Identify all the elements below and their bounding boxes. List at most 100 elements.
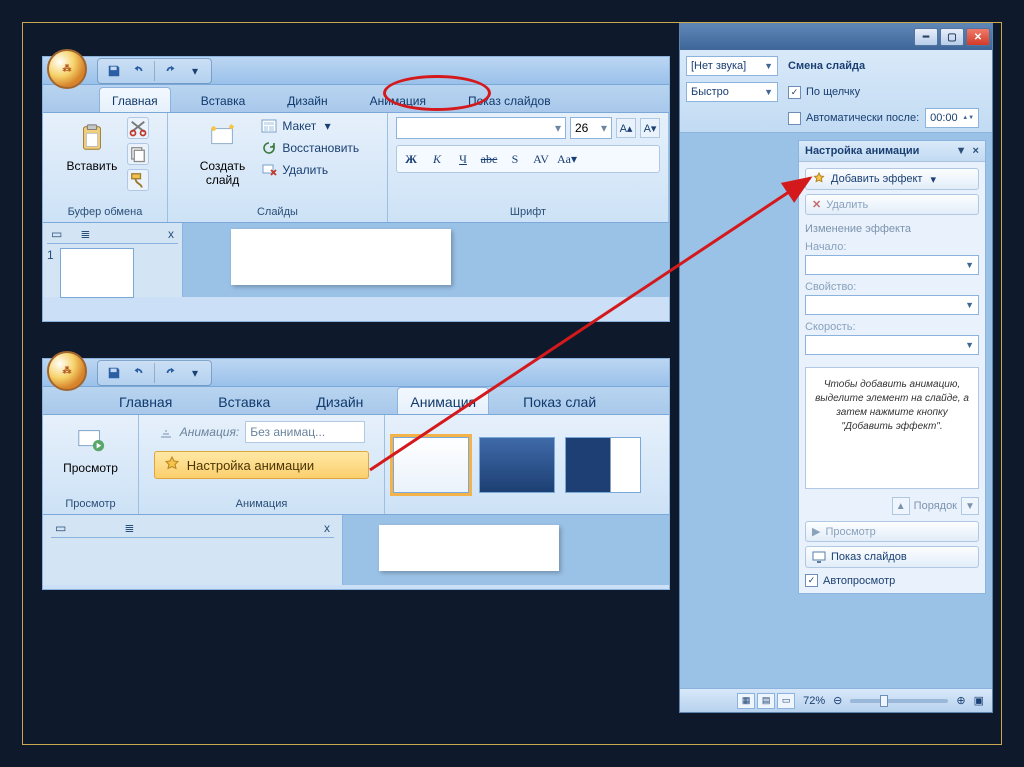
slide-page[interactable] bbox=[231, 229, 451, 285]
tab-home[interactable]: Главная bbox=[99, 87, 171, 112]
property-combo[interactable]: ▼ bbox=[805, 295, 979, 315]
slide-page-2[interactable] bbox=[379, 525, 559, 571]
on-click-checkbox[interactable]: ✓ По щелчку bbox=[788, 86, 986, 99]
zoom-slider[interactable] bbox=[850, 699, 948, 703]
undo-icon-2[interactable] bbox=[128, 363, 148, 383]
property-label: Свойство: bbox=[805, 281, 979, 293]
start-label: Начало: bbox=[805, 241, 979, 253]
reset-label: Восстановить bbox=[282, 141, 359, 155]
font-row1: ▾ 26 ▾ A▴ A▾ bbox=[396, 117, 660, 139]
panel-ribbon-animation: ⁂ ▾ Главная Вставка Дизайн Анимация Пока… bbox=[42, 358, 670, 590]
zoom-out-button[interactable]: ⊖ bbox=[833, 694, 842, 707]
slide-thumbnail-1[interactable]: 1 bbox=[47, 248, 178, 298]
close-button[interactable]: ✕ bbox=[966, 28, 990, 46]
font-size-combo[interactable]: 26 ▾ bbox=[570, 117, 612, 139]
format-painter-icon[interactable] bbox=[127, 169, 149, 191]
tab2-design[interactable]: Дизайн bbox=[304, 388, 375, 414]
close-nav-icon[interactable]: x bbox=[168, 227, 174, 241]
advance-slide-title: Смена слайда bbox=[788, 60, 986, 72]
grow-font-icon[interactable]: A▴ bbox=[616, 118, 636, 138]
layout-button[interactable]: Макет ▾ bbox=[259, 117, 361, 135]
title-bar-1: ⁂ ▾ bbox=[43, 57, 669, 85]
save-icon-2[interactable] bbox=[104, 363, 124, 383]
autoplay-checkbox[interactable]: ✓ Автопросмотр bbox=[805, 574, 979, 587]
redo-icon-2[interactable] bbox=[161, 363, 181, 383]
outline-tab-icon[interactable]: ≣ bbox=[80, 227, 90, 241]
animate-combo[interactable]: Без анимац... bbox=[245, 421, 365, 443]
start-combo[interactable]: ▼ bbox=[805, 255, 979, 275]
pane-slideshow-button[interactable]: Показ слайдов bbox=[805, 546, 979, 568]
tab2-home[interactable]: Главная bbox=[107, 388, 184, 414]
move-down-button[interactable]: ▼ bbox=[961, 497, 979, 515]
zoom-in-button[interactable]: ⊕ bbox=[956, 694, 965, 707]
shadow-button[interactable]: S bbox=[503, 148, 527, 170]
add-effect-button[interactable]: Добавить эффект ▾ bbox=[805, 168, 979, 190]
tab-design[interactable]: Дизайн bbox=[275, 88, 339, 112]
paste-label: Вставить bbox=[67, 159, 118, 173]
cut-icon[interactable] bbox=[127, 117, 149, 139]
move-up-button[interactable]: ▲ bbox=[892, 497, 910, 515]
animation-task-pane: Настройка анимации ▼ × Добавить эффект ▾… bbox=[798, 140, 986, 594]
delete-button[interactable]: Удалить bbox=[259, 161, 361, 179]
slides-tab-icon[interactable]: ▭ bbox=[51, 227, 62, 241]
quick-access-toolbar: ▾ bbox=[97, 58, 212, 84]
maximize-button[interactable]: ▢ bbox=[940, 28, 964, 46]
qat-customize-icon-2[interactable]: ▾ bbox=[185, 363, 205, 383]
underline-button[interactable]: Ч bbox=[451, 148, 475, 170]
transition-preview-3[interactable] bbox=[565, 437, 641, 493]
add-effect-label: Добавить эффект bbox=[831, 173, 922, 185]
strike-button[interactable]: abc bbox=[477, 148, 501, 170]
new-slide-button[interactable]: Создать слайд bbox=[194, 117, 252, 191]
slides-tab-icon-2[interactable]: ▭ bbox=[55, 521, 66, 535]
tab2-insert[interactable]: Вставка bbox=[206, 388, 282, 414]
qat-customize-icon[interactable]: ▾ bbox=[185, 61, 205, 81]
panel-ribbon-home: ⁂ ▾ Главная Вставка Дизайн Анимация Пока… bbox=[42, 56, 670, 322]
preview-label: Просмотр bbox=[63, 461, 118, 475]
change-case-button[interactable]: Aa▾ bbox=[555, 148, 579, 170]
undo-icon[interactable] bbox=[128, 61, 148, 81]
custom-animation-button[interactable]: Настройка анимации bbox=[154, 451, 369, 479]
paste-button[interactable]: Вставить bbox=[61, 117, 124, 191]
transition-preview-2[interactable] bbox=[479, 437, 555, 493]
slide-editor-2: ▭ ≣ x bbox=[43, 515, 669, 585]
italic-button[interactable]: К bbox=[425, 148, 449, 170]
copy-icon[interactable] bbox=[127, 143, 149, 165]
minimize-button[interactable]: ━ bbox=[914, 28, 938, 46]
fit-to-window-button[interactable]: ▣ bbox=[974, 694, 984, 707]
effect-speed-combo[interactable]: ▼ bbox=[805, 335, 979, 355]
sound-combo[interactable]: [Нет звука]▼ bbox=[686, 56, 778, 76]
office-button-2[interactable]: ⁂ bbox=[47, 351, 87, 391]
tab2-slideshow[interactable]: Показ слай bbox=[511, 388, 608, 414]
speed-combo[interactable]: Быстро▼ bbox=[686, 82, 778, 102]
tab-animation[interactable]: Анимация bbox=[358, 88, 438, 112]
remove-effect-button[interactable]: ✕ Удалить bbox=[805, 194, 979, 215]
on-click-label: По щелчку bbox=[806, 86, 860, 98]
tab2-animation[interactable]: Анимация bbox=[397, 387, 489, 414]
pane-menu-icon[interactable]: ▼ × bbox=[956, 145, 979, 157]
pane-title-label: Настройка анимации bbox=[805, 145, 919, 157]
ribbon-body-home: Вставить Буфер обмена bbox=[43, 113, 669, 223]
char-spacing-button[interactable]: AV bbox=[529, 148, 553, 170]
bold-button[interactable]: Ж bbox=[399, 148, 423, 170]
shrink-font-icon[interactable]: A▾ bbox=[640, 118, 660, 138]
tab-slideshow[interactable]: Показ слайдов bbox=[456, 88, 563, 112]
normal-view-button[interactable]: ▦ bbox=[737, 693, 755, 709]
auto-after-spinner[interactable]: 00:00 ▲▼ bbox=[925, 108, 979, 128]
pane-preview-button[interactable]: ▶ Просмотр bbox=[805, 521, 979, 542]
preview-button[interactable]: Просмотр bbox=[57, 419, 124, 479]
close-nav-icon-2[interactable]: x bbox=[324, 521, 330, 535]
save-icon[interactable] bbox=[104, 61, 124, 81]
transition-preview-1[interactable] bbox=[393, 437, 469, 493]
slideshow-view-button[interactable]: ▭ bbox=[777, 693, 795, 709]
reset-button[interactable]: Восстановить bbox=[259, 139, 361, 157]
zoom-slider-thumb[interactable] bbox=[880, 695, 888, 707]
redo-icon[interactable] bbox=[161, 61, 181, 81]
sorter-view-button[interactable]: ▤ bbox=[757, 693, 775, 709]
auto-after-checkbox[interactable]: Автоматически после: bbox=[788, 112, 919, 125]
transition-gallery[interactable] bbox=[385, 415, 649, 514]
outline-tab-icon-2[interactable]: ≣ bbox=[124, 521, 134, 535]
office-button[interactable]: ⁂ bbox=[47, 49, 87, 89]
tab-insert[interactable]: Вставка bbox=[189, 88, 258, 112]
checkbox-checked-icon: ✓ bbox=[788, 86, 801, 99]
font-name-combo[interactable]: ▾ bbox=[396, 117, 566, 139]
